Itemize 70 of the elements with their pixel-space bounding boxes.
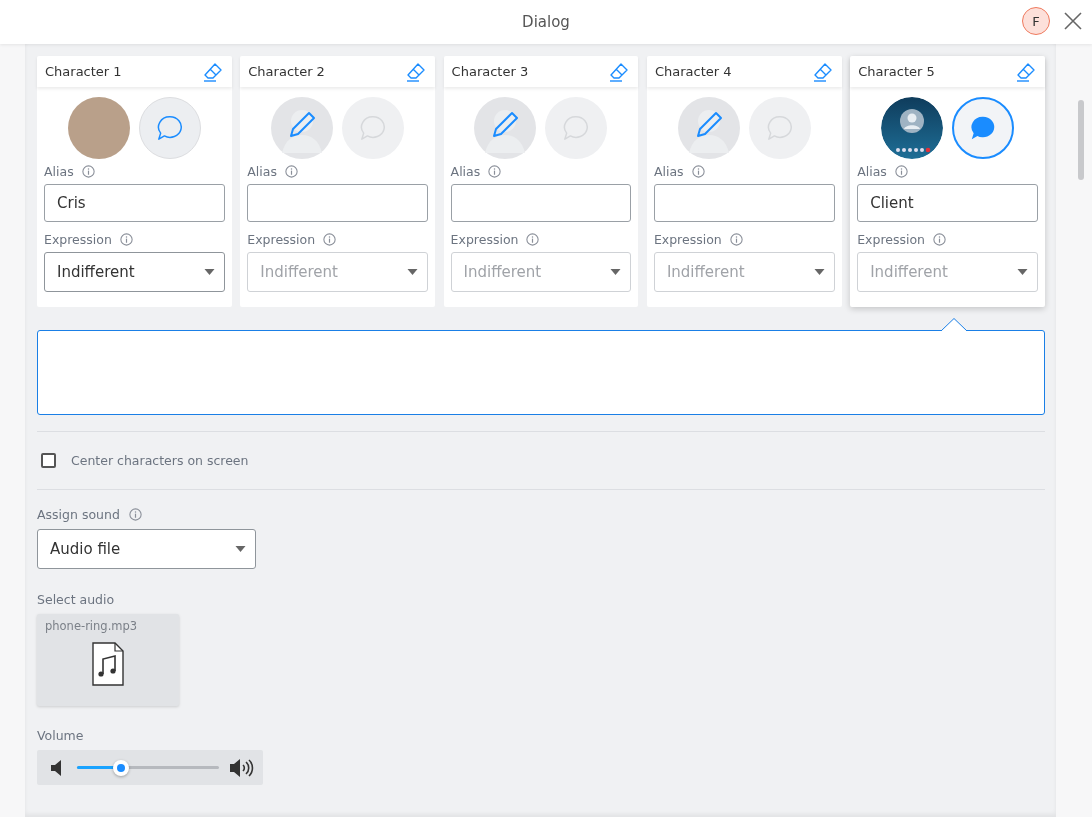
caret-icon xyxy=(813,269,825,275)
character-title: Character 2 xyxy=(248,64,325,79)
expression-label: Expression xyxy=(450,232,519,247)
info-icon[interactable] xyxy=(691,165,705,178)
scrollbar-thumb[interactable] xyxy=(1077,100,1084,180)
info-icon[interactable] xyxy=(81,165,95,178)
expression-label: Expression xyxy=(857,232,926,247)
volume-label: Volume xyxy=(37,728,85,743)
character-title: Character 3 xyxy=(451,64,529,79)
character-card[interactable]: Character 2 Alias Expression Indifferent xyxy=(240,56,436,307)
alias-label: Alias xyxy=(44,164,74,179)
select-audio-label: Select audio xyxy=(37,592,116,607)
checkbox[interactable] xyxy=(41,453,56,468)
caret-icon xyxy=(407,269,419,275)
caret-icon xyxy=(610,269,622,275)
checkbox-label: Center characters on screen xyxy=(71,453,249,468)
info-icon[interactable] xyxy=(128,508,142,521)
caret-icon xyxy=(235,546,246,552)
character-card[interactable]: Character 5 Alias Client Expression Indifferent xyxy=(850,56,1045,307)
character-title: Character 1 xyxy=(45,64,122,79)
speech-bubble-icon xyxy=(765,114,794,142)
pencil-icon xyxy=(290,112,316,137)
video-call-avatar-drawing[interactable] xyxy=(881,97,944,159)
eraser-icon[interactable] xyxy=(811,61,834,82)
alias-input[interactable] xyxy=(450,184,632,222)
alias-input[interactable] xyxy=(247,184,429,222)
character-title: Character 4 xyxy=(654,64,732,79)
info-icon[interactable] xyxy=(488,165,502,178)
expression-select[interactable]: Indifferent xyxy=(44,252,225,292)
volume-slider[interactable] xyxy=(77,759,219,776)
alias-input[interactable] xyxy=(653,184,835,222)
info-icon[interactable] xyxy=(284,165,298,178)
alias-label: Alias xyxy=(450,164,481,179)
caret-icon xyxy=(203,269,215,275)
alias-input[interactable]: Cris xyxy=(44,184,225,222)
alias-label: Alias xyxy=(653,164,684,179)
info-icon[interactable] xyxy=(933,233,947,246)
caret-icon xyxy=(1017,269,1028,275)
dialog-text-area[interactable] xyxy=(37,330,1045,415)
info-icon[interactable] xyxy=(526,233,540,246)
music-file-icon xyxy=(92,642,124,686)
character-title: Character 5 xyxy=(858,64,935,79)
expression-label: Expression xyxy=(247,232,316,247)
speech-bubble-icon xyxy=(359,114,388,142)
character-card[interactable]: Character 4 Alias Expression Indifferent xyxy=(646,56,842,307)
window-title: Dialog xyxy=(522,13,570,31)
character-card[interactable]: Character 3 Alias Expression Indifferent xyxy=(443,56,639,307)
info-icon[interactable] xyxy=(894,165,908,178)
file-name: phone-ring.mp3 xyxy=(45,619,138,633)
alias-label: Alias xyxy=(247,164,277,179)
speech-bubble-icon xyxy=(562,114,591,142)
speaker-loud-icon[interactable] xyxy=(229,757,254,778)
sound-select[interactable]: Audio file xyxy=(37,529,256,569)
info-icon[interactable] xyxy=(729,233,743,246)
info-icon[interactable] xyxy=(119,233,133,246)
info-icon[interactable] xyxy=(323,233,337,246)
eraser-icon[interactable] xyxy=(1015,61,1037,82)
close-icon[interactable] xyxy=(1064,12,1082,30)
speech-bubble-icon xyxy=(155,114,184,142)
expression-label: Expression xyxy=(44,232,112,247)
alias-label: Alias xyxy=(857,164,887,179)
alias-input[interactable]: Client xyxy=(857,184,1038,222)
eraser-icon[interactable] xyxy=(201,61,224,82)
expression-label: Expression xyxy=(653,232,722,247)
pencil-icon xyxy=(493,112,519,137)
assign-sound-label: Assign sound xyxy=(37,507,120,522)
slider-thumb[interactable] xyxy=(113,759,129,776)
character-card[interactable]: Character 1 Alias Cris Expression Indifferent xyxy=(37,56,232,307)
pencil-icon xyxy=(696,112,722,137)
user-avatar[interactable]: F xyxy=(1022,7,1050,35)
